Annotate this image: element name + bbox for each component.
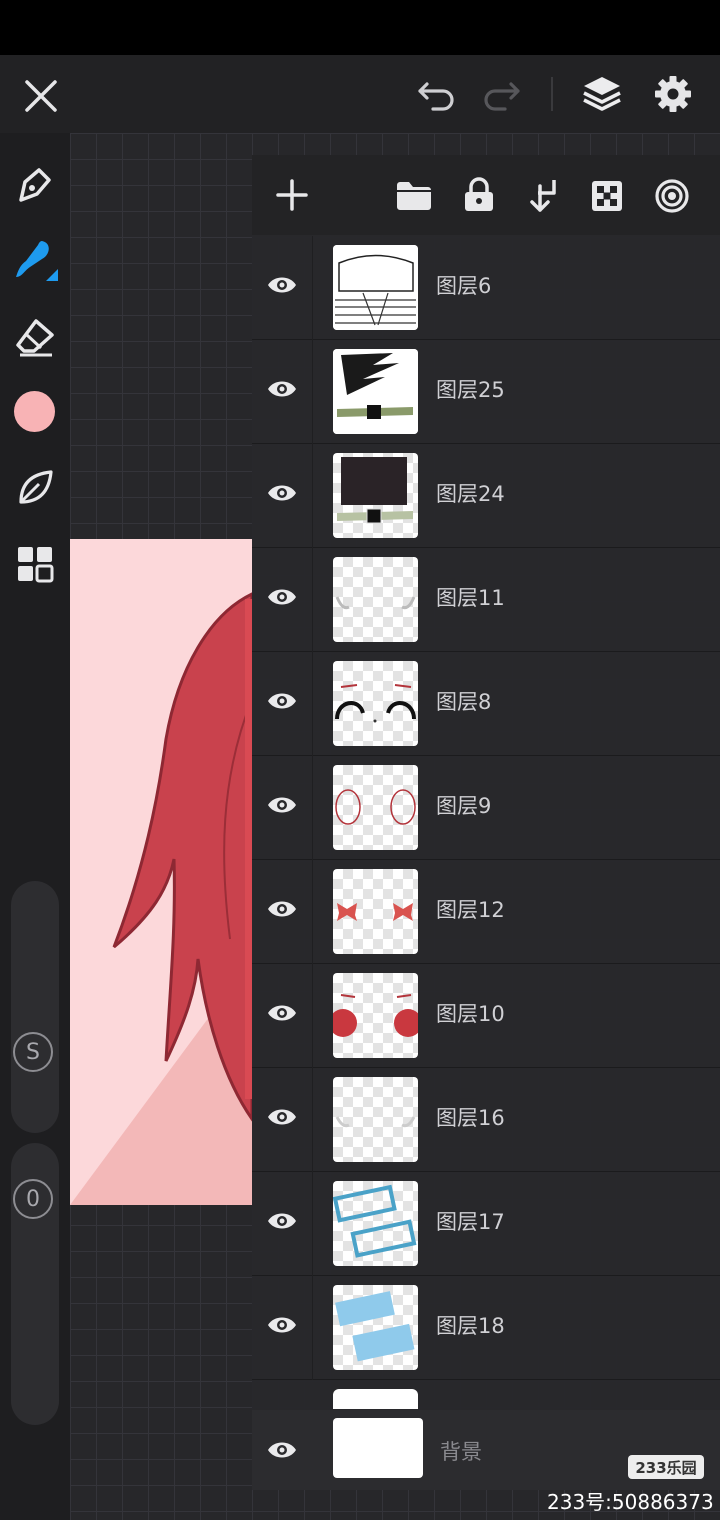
layer-row[interactable]: 图层12 <box>252 860 720 964</box>
visibility-eye-icon[interactable] <box>266 685 298 717</box>
layer-row[interactable]: 图层8 <box>252 652 720 756</box>
row-divider <box>312 236 313 340</box>
color-swatch[interactable] <box>14 391 55 432</box>
row-divider <box>312 340 313 444</box>
visibility-eye-icon[interactable] <box>266 1434 298 1466</box>
layer-thumbnail <box>333 1181 418 1266</box>
layer-name: 图层6 <box>436 274 492 298</box>
brush-size-slider[interactable] <box>11 881 59 1133</box>
layers-panel: 图层6 图层25 图层24 图层11 图层8 图层9 图层12 图层10 图层1… <box>252 155 720 1490</box>
row-divider <box>312 444 313 548</box>
layers-icon[interactable] <box>578 71 626 117</box>
redo-icon[interactable] <box>478 73 524 117</box>
visibility-eye-icon[interactable] <box>266 1101 298 1133</box>
layer-name: 图层9 <box>436 794 492 818</box>
visibility-eye-icon[interactable] <box>266 477 298 509</box>
merge-down-icon[interactable] <box>524 175 562 215</box>
row-divider <box>312 1068 313 1172</box>
lock-icon[interactable] <box>460 175 498 215</box>
row-divider <box>312 652 313 756</box>
visibility-eye-icon[interactable] <box>266 269 298 301</box>
layer-row[interactable]: 图层25 <box>252 340 720 444</box>
eraser-tool-icon[interactable] <box>12 315 58 359</box>
settings-gear-icon[interactable] <box>650 71 696 117</box>
layer-row[interactable]: 图层11 <box>252 548 720 652</box>
layers-panel-toolbar <box>252 155 720 235</box>
visibility-eye-icon[interactable] <box>266 1309 298 1341</box>
layer-thumbnail <box>333 869 418 954</box>
leaf-icon[interactable] <box>12 465 58 511</box>
layer-name: 图层17 <box>436 1210 505 1234</box>
blend-mode-icon[interactable] <box>652 176 692 216</box>
transparency-checker-icon[interactable] <box>588 177 626 215</box>
folder-icon[interactable] <box>394 177 434 215</box>
layer-thumbnail <box>333 1077 418 1162</box>
layer-row[interactable]: 图层9 <box>252 756 720 860</box>
visibility-eye-icon[interactable] <box>266 997 298 1029</box>
layer-thumbnail <box>333 557 418 642</box>
top-toolbar <box>0 55 720 133</box>
artboard[interactable] <box>70 539 252 1205</box>
layer-thumbnail <box>333 973 418 1058</box>
close-icon[interactable] <box>20 75 62 117</box>
visibility-eye-icon[interactable] <box>266 581 298 613</box>
layer-name: 图层25 <box>436 378 505 402</box>
grid-menu-icon[interactable] <box>14 543 56 585</box>
undo-icon[interactable] <box>414 73 460 117</box>
row-divider <box>312 548 313 652</box>
row-divider <box>312 756 313 860</box>
layer-row-partial <box>333 1389 418 1409</box>
layer-thumbnail <box>333 661 418 746</box>
layer-name: 图层11 <box>436 586 505 610</box>
add-layer-icon[interactable] <box>272 175 312 215</box>
layer-name: 图层24 <box>436 482 505 506</box>
layer-name: 图层18 <box>436 1314 505 1338</box>
layer-name: 图层12 <box>436 898 505 922</box>
row-divider <box>312 1172 313 1276</box>
row-divider <box>312 860 313 964</box>
visibility-eye-icon[interactable] <box>266 1205 298 1237</box>
layer-row[interactable]: 图层17 <box>252 1172 720 1276</box>
visibility-eye-icon[interactable] <box>266 893 298 925</box>
layer-row[interactable]: 图层24 <box>252 444 720 548</box>
layer-thumbnail <box>333 453 418 538</box>
background-layer-name: 背景 <box>440 1440 482 1464</box>
layer-name: 图层10 <box>436 1002 505 1026</box>
watermark-id: 233号:50886373 <box>547 1490 714 1514</box>
layer-thumbnail <box>333 765 418 850</box>
layer-row[interactable]: 图层16 <box>252 1068 720 1172</box>
brush-tool-icon[interactable] <box>10 235 60 283</box>
opacity-label: 0 <box>13 1179 53 1219</box>
pen-tool-icon[interactable] <box>12 161 58 207</box>
layer-thumbnail <box>333 1285 418 1370</box>
visibility-eye-icon[interactable] <box>266 789 298 821</box>
layer-row[interactable]: 图层6 <box>252 236 720 340</box>
row-divider <box>312 964 313 1068</box>
layer-name: 图层8 <box>436 690 492 714</box>
toolbar-divider <box>551 77 553 111</box>
brush-size-label: S <box>13 1032 53 1072</box>
layer-thumbnail <box>333 349 418 434</box>
left-toolbar: S 0 <box>0 133 70 1520</box>
watermark-logo: 233乐园 <box>628 1455 704 1479</box>
layer-thumbnail <box>333 245 418 330</box>
layer-name: 图层16 <box>436 1106 505 1130</box>
background-thumbnail <box>333 1418 423 1478</box>
layer-row[interactable]: 图层10 <box>252 964 720 1068</box>
layer-row[interactable]: 图层18 <box>252 1276 720 1380</box>
row-divider <box>312 1276 313 1380</box>
visibility-eye-icon[interactable] <box>266 373 298 405</box>
